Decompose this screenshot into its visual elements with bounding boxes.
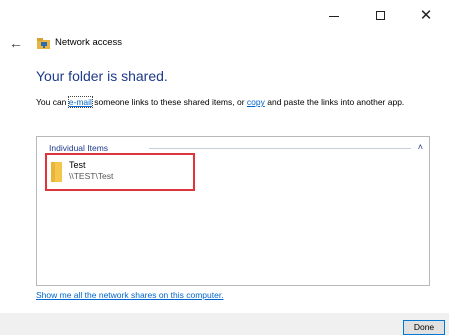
maximize-icon	[375, 10, 385, 20]
folder-icon	[51, 162, 62, 182]
close-button[interactable]: ✕	[403, 0, 449, 30]
close-icon: ✕	[419, 7, 433, 24]
done-button[interactable]: Done	[403, 320, 445, 335]
group-header-individual-items[interactable]: Individual Items	[49, 143, 108, 153]
back-button[interactable]: ←	[9, 36, 27, 50]
item-path: \\TEST\Test	[69, 171, 114, 181]
item-name: Test	[69, 160, 86, 170]
copy-link[interactable]: copy	[247, 97, 265, 107]
desc-text-3: and paste the links into another app.	[264, 97, 405, 107]
group-divider	[149, 148, 411, 149]
minimize-icon	[329, 15, 339, 17]
chevron-up-icon[interactable]: ˄	[418, 141, 423, 153]
page-title: Your folder is shared.	[36, 68, 168, 84]
maximize-button[interactable]	[357, 0, 403, 30]
minimize-button[interactable]	[311, 0, 357, 30]
show-network-shares-link[interactable]: Show me all the network shares on this c…	[36, 290, 224, 300]
footer-bar: Done	[0, 313, 449, 335]
window-controls: ✕	[311, 0, 449, 30]
window-title: Network access	[55, 37, 123, 48]
network-share-icon	[37, 38, 50, 49]
desc-text-2: someone links to these shared items, or	[91, 97, 247, 107]
list-item[interactable]: Test \\TEST\Test	[45, 153, 195, 191]
desc-text-1: You can	[36, 97, 69, 107]
shared-items-list: Individual Items ˄ Test \\TEST\Test	[36, 136, 430, 286]
email-link[interactable]: e-mail	[67, 96, 93, 108]
share-description: You can e-mail someone links to these sh…	[36, 96, 405, 108]
